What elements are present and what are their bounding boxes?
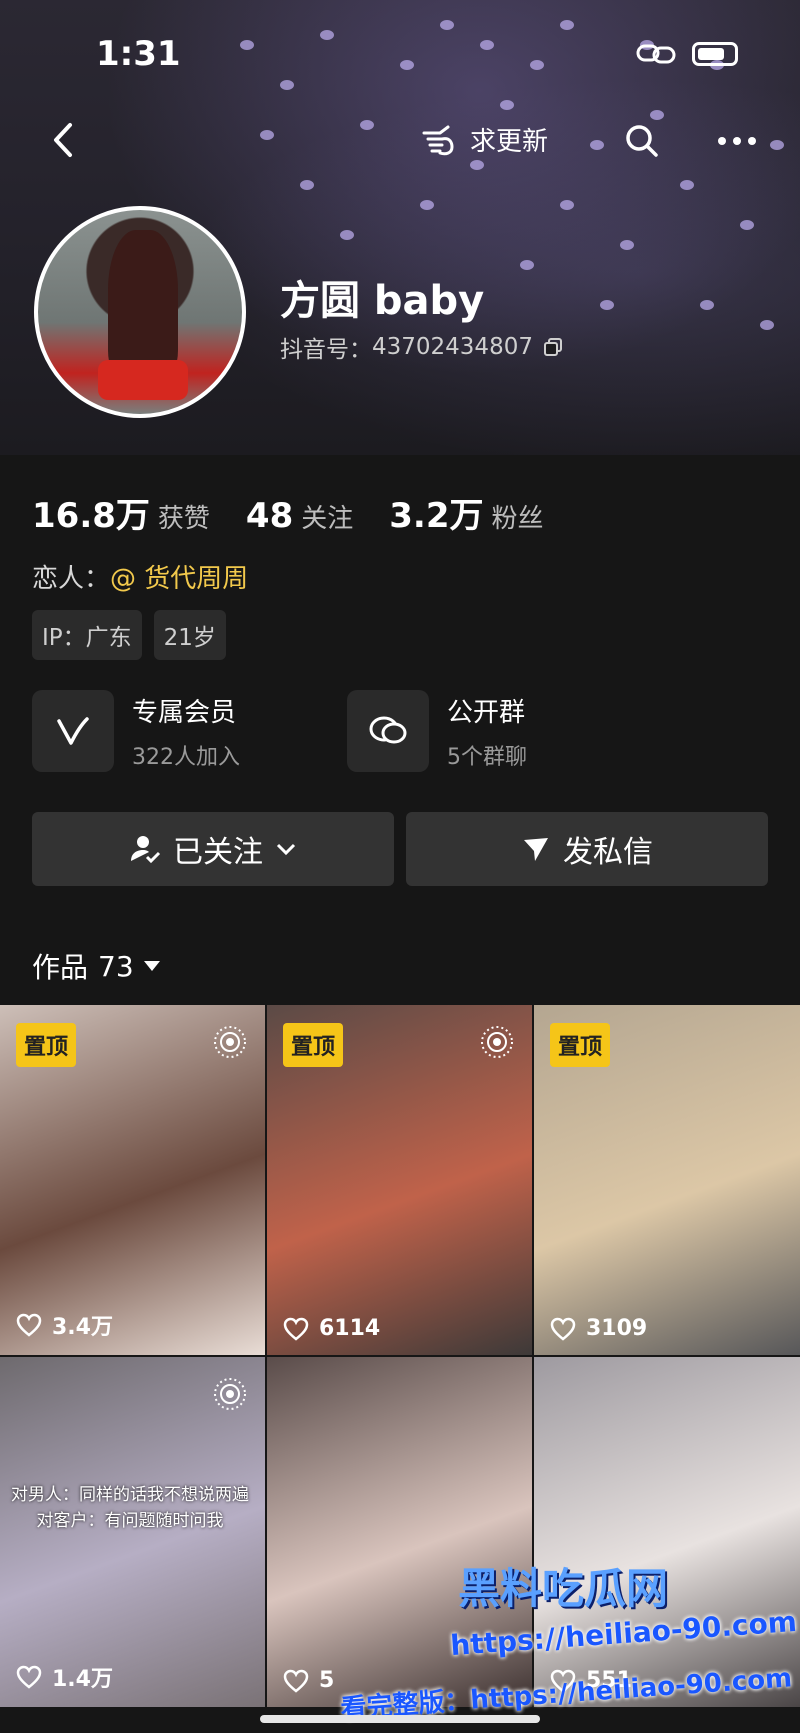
video-thumbnail[interactable]: 置顶 3109	[534, 1005, 800, 1355]
back-button[interactable]	[44, 115, 88, 165]
watermark-site: 黑料吃瓜网	[458, 1564, 669, 1613]
action-buttons: 已关注 发私信	[32, 812, 768, 886]
works-tab[interactable]: 作品 73	[32, 946, 160, 986]
works-count: 73	[98, 949, 134, 983]
douyin-id-value: 43702434807	[372, 334, 533, 360]
group-chat-icon	[369, 716, 407, 744]
group-subtitle: 5个群聊	[447, 744, 527, 770]
followed-button[interactable]: 已关注	[32, 812, 394, 886]
search-icon	[626, 125, 658, 157]
pinned-badge: 置顶	[550, 1023, 611, 1067]
like-count-value: 3.4万	[52, 1315, 113, 1340]
profile-stats: 16.8万 获赞 48 关注 3.2万 粉丝	[32, 488, 544, 537]
tag-ip: IP：广东	[32, 610, 142, 660]
send-message-label: 发私信	[563, 835, 653, 870]
chevron-left-icon	[54, 123, 72, 157]
live-photo-icon	[214, 1026, 246, 1058]
lover-link[interactable]: @ 货代周周	[110, 564, 248, 594]
pinned-badge: 置顶	[283, 1023, 344, 1067]
like-count: 3109	[550, 1316, 647, 1341]
heart-icon	[283, 1669, 309, 1693]
like-count-value: 5	[319, 1668, 335, 1693]
heart-icon	[16, 1665, 42, 1689]
link-icon	[636, 44, 676, 64]
live-photo-icon	[481, 1026, 513, 1058]
like-count: 6114	[283, 1316, 380, 1341]
like-count-value: 6114	[319, 1316, 381, 1341]
douyin-id-label: 抖音号：	[280, 337, 372, 363]
like-count-value: 1.4万	[52, 1667, 113, 1692]
like-count-value: 3109	[586, 1316, 648, 1341]
pinned-badge: 置顶	[16, 1023, 77, 1067]
watermark-banner: 黑料吃瓜网 https://heiliao-90.com 看完整版：https:…	[340, 1555, 800, 1725]
chevron-down-icon	[276, 843, 296, 856]
stat-following[interactable]: 48 关注	[246, 496, 353, 536]
vip-icon	[57, 717, 89, 745]
battery-icon	[692, 42, 738, 66]
send-message-button[interactable]: 发私信	[406, 812, 768, 886]
group-title: 公开群	[447, 697, 526, 728]
public-group-card[interactable]: 公开群 5个群聊	[347, 690, 612, 772]
search-button[interactable]	[622, 121, 662, 161]
heart-icon	[283, 1317, 309, 1341]
caret-down-icon	[143, 961, 160, 971]
stat-likes[interactable]: 16.8万 获赞	[32, 488, 210, 537]
like-count: 1.4万	[16, 1661, 113, 1693]
feature-cards: 专属会员 322人加入 公开群 5个群聊	[32, 690, 612, 772]
pointing-hand-icon	[422, 125, 454, 156]
lover-label: 恋人：	[32, 564, 111, 594]
copy-icon[interactable]	[543, 337, 563, 357]
more-button[interactable]	[712, 121, 762, 161]
vip-membership-card[interactable]: 专属会员 322人加入	[32, 690, 297, 772]
more-dots-icon	[718, 137, 756, 145]
live-photo-icon	[214, 1378, 246, 1410]
vip-title: 专属会员	[132, 697, 237, 728]
tag-age: 21岁	[153, 610, 226, 660]
like-count: 5	[283, 1668, 334, 1693]
lover-row: 恋人：@ 货代周周	[32, 558, 248, 595]
video-thumbnail[interactable]: 对男人：同样的话我不想说两遍 对客户：有问题随时问我 1.4万	[0, 1357, 265, 1707]
heart-icon	[16, 1313, 42, 1337]
avatar[interactable]	[34, 206, 246, 418]
like-count: 3.4万	[16, 1309, 113, 1341]
request-update-label: 求更新	[470, 126, 549, 157]
vip-subtitle: 322人加入	[132, 744, 240, 770]
profile-tags: IP：广东 21岁	[32, 610, 226, 660]
video-thumbnail[interactable]: 置顶 6114	[267, 1005, 532, 1355]
heart-icon	[550, 1317, 576, 1341]
send-icon	[524, 838, 548, 861]
watermark-full-url: https://heiliao-90.com	[469, 1663, 794, 1716]
works-label: 作品	[32, 951, 89, 984]
top-bar: 求更新	[0, 115, 800, 165]
video-caption: 对男人：同样的话我不想说两遍 对客户：有问题随时问我	[11, 1485, 249, 1531]
request-update-button[interactable]: 求更新	[418, 119, 548, 159]
profile-name: 方圆 baby	[280, 278, 485, 324]
followed-label: 已关注	[173, 835, 263, 870]
status-bar: 1:31	[0, 0, 800, 110]
status-time: 1:31	[96, 34, 181, 74]
home-indicator	[260, 1715, 540, 1723]
user-check-icon	[131, 836, 161, 864]
video-thumbnail[interactable]: 置顶 3.4万	[0, 1005, 265, 1355]
stat-followers[interactable]: 3.2万 粉丝	[389, 488, 543, 537]
douyin-id: 抖音号： 43702434807	[280, 330, 563, 364]
